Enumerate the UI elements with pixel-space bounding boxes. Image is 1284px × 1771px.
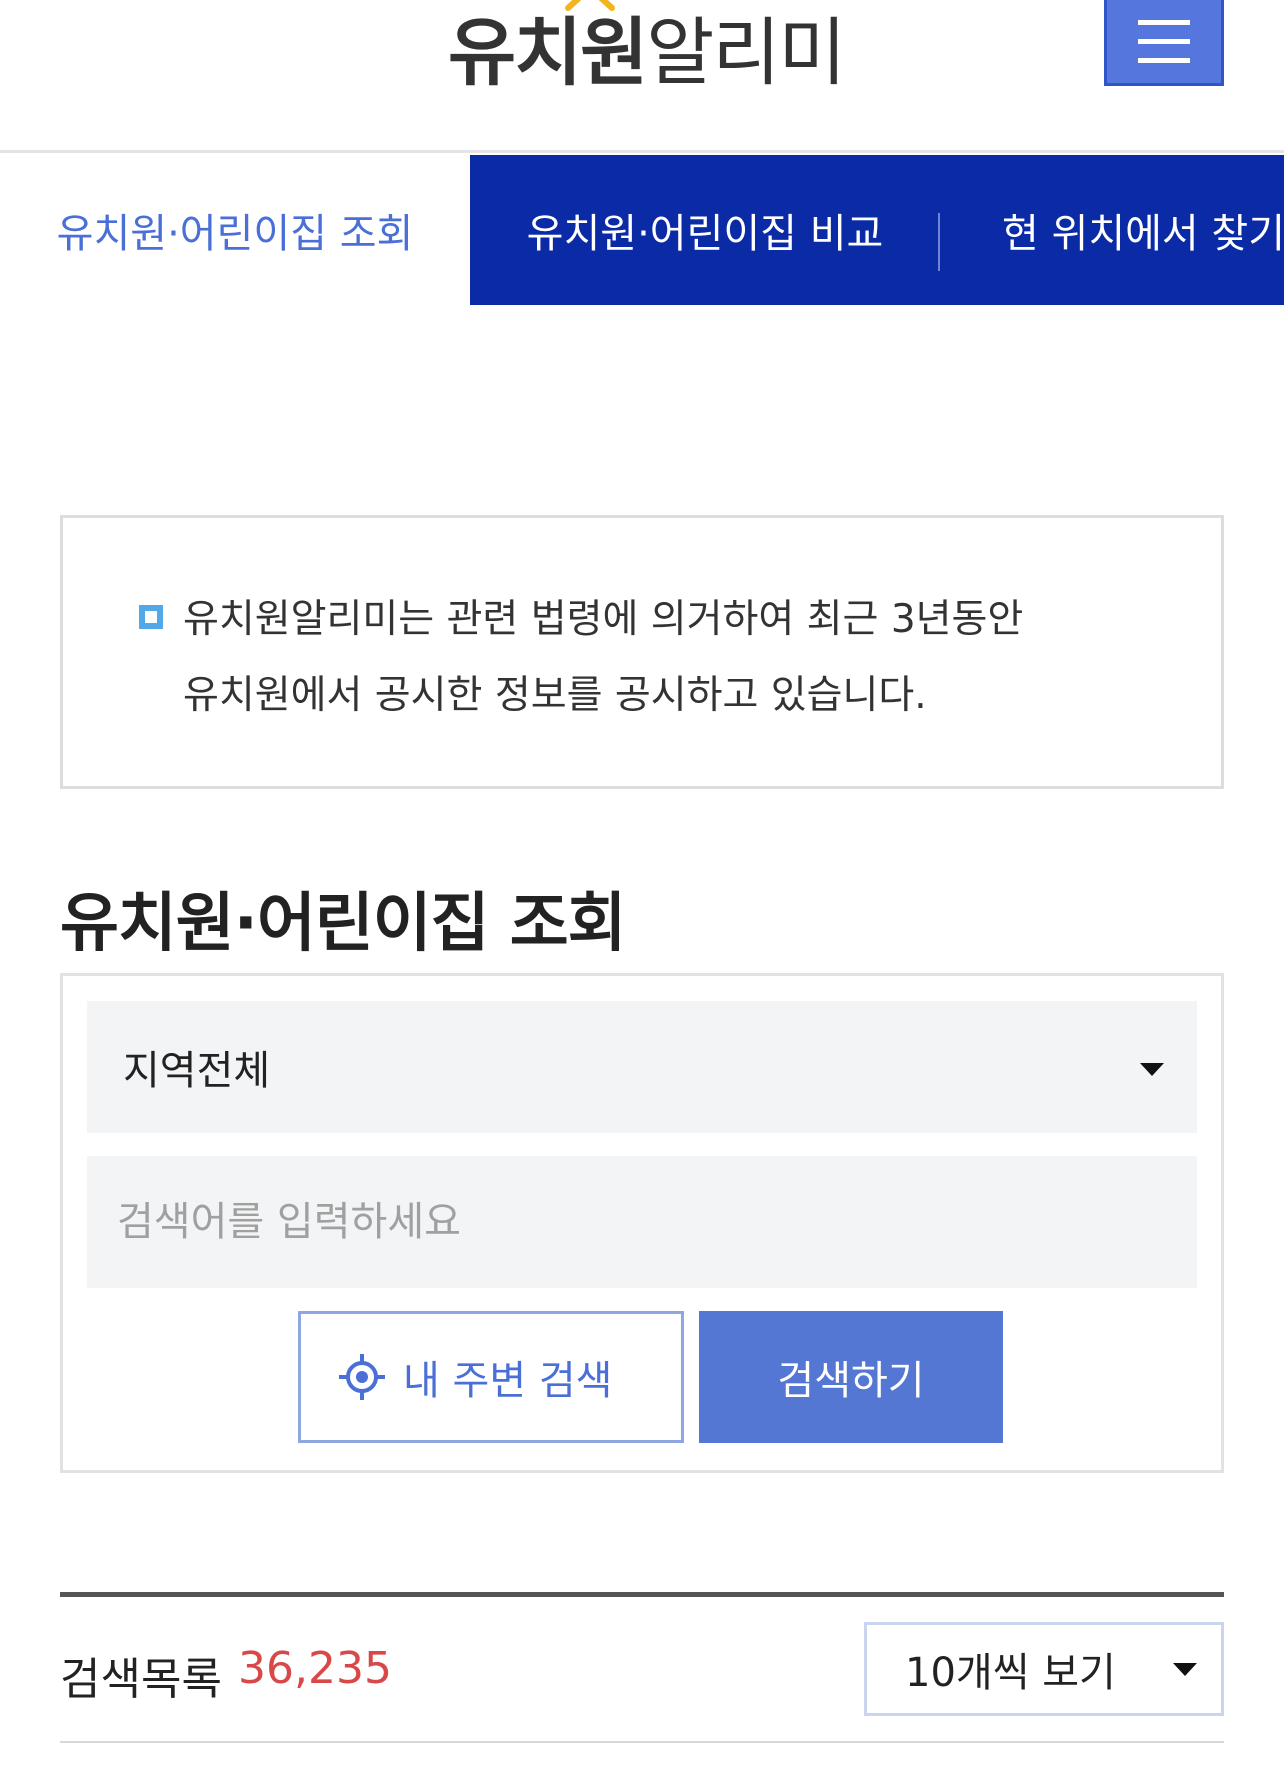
page-title: 유치원·어린이집 조회 (60, 887, 627, 961)
results-divider-top (60, 1592, 1224, 1597)
tab-search[interactable]: 유치원·어린이집 조회 (0, 155, 470, 305)
main-tabs: 유치원·어린이집 조회 유치원·어린이집 비교 현 위치에서 찾기 (0, 155, 1284, 305)
tab-compare[interactable]: 유치원·어린이집 비교 (470, 155, 940, 305)
per-page-value: 10개씩 보기 (905, 1650, 1116, 1696)
search-form: 지역전체 내 주변 검색 검색하기 (60, 973, 1224, 1473)
search-button[interactable]: 검색하기 (699, 1311, 1003, 1443)
chevron-down-icon (1173, 1663, 1197, 1676)
search-input[interactable] (87, 1156, 1197, 1288)
page: 유치원 알리미 유치원·어린이집 조회 유치원·어린이집 비교 현 위치에서 찾기… (0, 0, 1284, 1771)
notice-box: 유치원알리미는 관련 법령에 의거하여 최근 3년동안 유치원에서 공시한 정보… (60, 515, 1224, 789)
site-logo[interactable]: 유치원 알리미 (448, 0, 847, 100)
nearby-search-label: 내 주변 검색 (403, 1358, 613, 1404)
hamburger-menu-button[interactable] (1104, 0, 1224, 86)
notice-text-line2: 유치원에서 공시한 정보를 공시하고 있습니다. (183, 673, 927, 718)
nearby-search-button[interactable]: 내 주변 검색 (298, 1311, 684, 1443)
tab-current-location[interactable]: 현 위치에서 찾기 (1002, 155, 1284, 305)
hamburger-menu-icon (1138, 19, 1190, 63)
roof-logo-mark-icon (565, 0, 615, 11)
results-label: 검색목록 (60, 1654, 222, 1705)
search-button-label: 검색하기 (777, 1358, 925, 1404)
square-bullet-icon (139, 605, 163, 629)
results-count: 36,235 (238, 1643, 392, 1694)
site-header: 유치원 알리미 (0, 0, 1284, 153)
chevron-down-icon (1140, 1063, 1164, 1076)
region-select[interactable]: 지역전체 (87, 1001, 1197, 1133)
results-divider-bottom (60, 1741, 1224, 1743)
region-select-value: 지역전체 (123, 1048, 271, 1094)
location-target-icon (339, 1354, 385, 1400)
logo-text-light: 알리미 (646, 10, 846, 96)
tab-divider (938, 213, 940, 271)
per-page-select[interactable]: 10개씩 보기 (864, 1622, 1224, 1716)
notice-text-line1: 유치원알리미는 관련 법령에 의거하여 최근 3년동안 (183, 597, 1024, 642)
